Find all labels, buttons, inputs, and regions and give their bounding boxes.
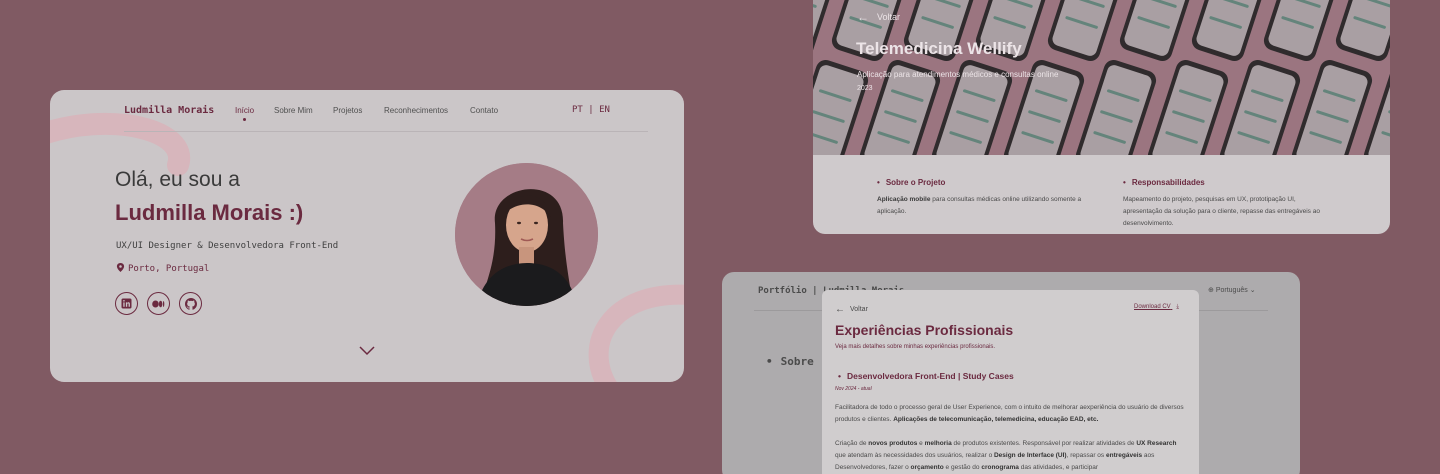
project-subtitle: Aplicação para atendimentos médicos e co… bbox=[857, 70, 1059, 79]
location-pin-icon bbox=[116, 263, 125, 272]
linkedin-button[interactable] bbox=[115, 292, 138, 315]
text-bold: Aplicações de telecomunicação, telemedic… bbox=[893, 416, 1099, 423]
modal-title: Experiências Profissionais bbox=[835, 322, 1014, 338]
back-button[interactable]: ← Voltar bbox=[857, 10, 900, 24]
globe-icon: ⊕ bbox=[1208, 287, 1214, 294]
text-bold: Aplicação mobile bbox=[877, 196, 931, 203]
medium-button[interactable] bbox=[147, 292, 170, 315]
chevron-down-icon: ⌄ bbox=[1249, 287, 1256, 294]
project-title: Telemedicina Wellify bbox=[856, 39, 1022, 58]
chevron-down-icon[interactable] bbox=[359, 346, 375, 356]
responsibilities-heading: Responsabilidades bbox=[1123, 178, 1205, 187]
nav-item-projetos[interactable]: Projetos bbox=[333, 106, 362, 115]
location: Porto, Portugal bbox=[116, 263, 209, 274]
experience-modal: ← Voltar Download CV ⤓ Experiências Profi… bbox=[822, 290, 1199, 474]
nav-divider bbox=[124, 131, 648, 132]
text: Criação de bbox=[835, 440, 869, 447]
location-label: Porto, Portugal bbox=[128, 264, 210, 274]
text-bold: UX Research bbox=[1136, 440, 1177, 447]
nav-item-contato[interactable]: Contato bbox=[470, 106, 498, 115]
text-bold: novos produtos bbox=[868, 440, 918, 447]
arrow-left-icon: ← bbox=[857, 10, 869, 24]
portfolio-section-title: Sobre bbox=[766, 355, 814, 368]
download-cv-label: Download CV bbox=[1134, 304, 1171, 310]
hero-name: Ludmilla Morais :) bbox=[115, 200, 304, 225]
nav-item-sobre-mim[interactable]: Sobre Mim bbox=[274, 106, 313, 115]
github-icon bbox=[184, 297, 197, 310]
active-indicator bbox=[243, 118, 246, 121]
text: e gestão do bbox=[943, 464, 982, 471]
profile-photo bbox=[455, 163, 598, 306]
job-title: Desenvolvedora Front-End | Study Cases bbox=[838, 371, 1014, 381]
linkedin-icon bbox=[121, 298, 132, 309]
about-text: Aplicação mobile para consultas médicas … bbox=[877, 194, 1087, 218]
job-description-1: Facilitadora de todo o processo geral de… bbox=[835, 402, 1187, 426]
language-switch[interactable]: PT | EN bbox=[572, 105, 610, 115]
text: que atendam às necessidades dos usuários… bbox=[835, 452, 994, 459]
text-bold: melhoria bbox=[924, 440, 952, 447]
text: de produtos existentes. Responsável por … bbox=[951, 440, 1137, 447]
text: das atividades, e participar bbox=[1018, 464, 1099, 471]
medium-icon bbox=[152, 300, 165, 307]
arrow-left-icon: ← bbox=[835, 304, 845, 315]
text-bold: Design de Interface (UI) bbox=[993, 452, 1067, 459]
text-bold: cronograma bbox=[981, 464, 1019, 471]
project-year: 2023 bbox=[857, 85, 873, 92]
back-label: Voltar bbox=[877, 12, 901, 22]
language-select-label: Português bbox=[1215, 287, 1248, 294]
site-logo[interactable]: Ludmilla Morais bbox=[124, 105, 214, 116]
modal-subtitle: Veja mais detalhes sobre minhas experiên… bbox=[835, 344, 996, 350]
role-title: UX/UI Designer & Desenvolvedora Front-En… bbox=[116, 241, 339, 251]
back-button[interactable]: ← Voltar bbox=[835, 304, 868, 315]
nav-item-reconhecimentos[interactable]: Reconhecimentos bbox=[384, 106, 448, 115]
top-navigation: Ludmilla Morais Início Sobre Mim Projeto… bbox=[50, 90, 684, 132]
text-bold: orçamento bbox=[910, 464, 944, 471]
download-cv-link[interactable]: Download CV ⤓ bbox=[1134, 304, 1179, 311]
responsibilities-text: Mapeamento do projeto, pesquisas em UX, … bbox=[1123, 196, 1320, 227]
project-card: ← Voltar Telemedicina Wellify Aplicação p… bbox=[813, 0, 1390, 234]
profile-portrait bbox=[455, 163, 598, 306]
greeting: Olá, eu sou a bbox=[115, 168, 240, 191]
text-bold: entregáveis bbox=[1105, 452, 1143, 459]
nav-item-inicio[interactable]: Início bbox=[235, 106, 254, 115]
text: e bbox=[917, 440, 925, 447]
language-select[interactable]: ⊕ Português ⌄ bbox=[1208, 286, 1256, 294]
project-banner: ← Voltar Telemedicina Wellify Aplicação p… bbox=[813, 0, 1390, 155]
job-description-2: Criação de novos produtos e melhoria de … bbox=[835, 438, 1187, 474]
about-heading: Sobre o Projeto bbox=[877, 178, 946, 187]
job-date: Nov 2024 - atual bbox=[835, 386, 872, 392]
text: , repassar os bbox=[1066, 452, 1106, 459]
hero-card: Ludmilla Morais Início Sobre Mim Projeto… bbox=[50, 90, 684, 382]
back-label: Voltar bbox=[850, 306, 868, 313]
download-icon: ⤓ bbox=[1176, 304, 1180, 310]
github-button[interactable] bbox=[179, 292, 202, 315]
